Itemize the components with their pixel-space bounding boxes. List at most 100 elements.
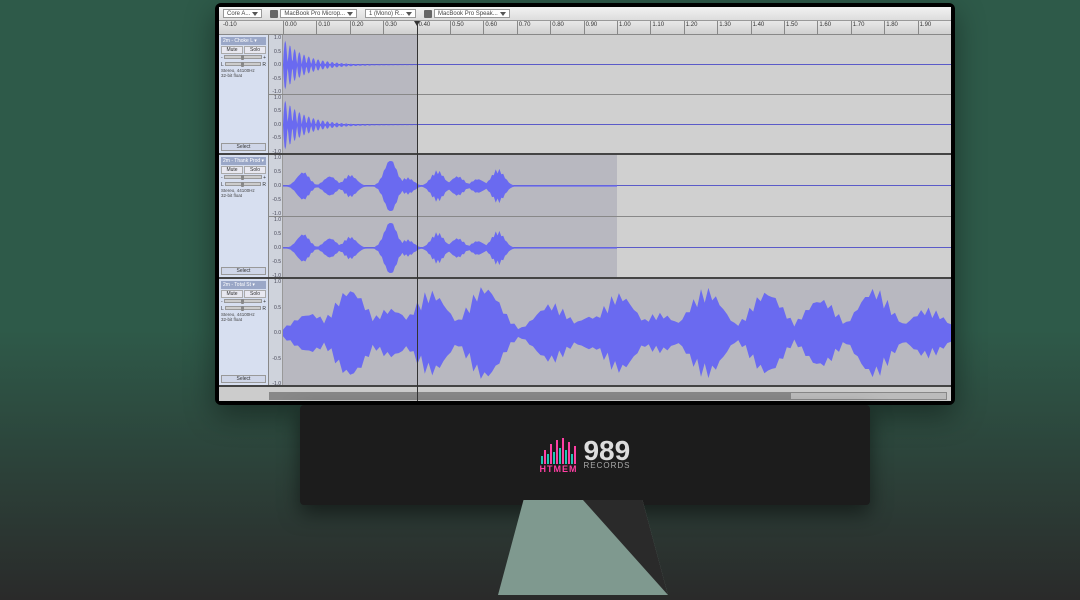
ruler-tick: 0.70 [517,21,531,34]
amplitude-tick: 1.0 [274,35,281,41]
ruler-tick: 1.50 [784,21,798,34]
brand-989: 989 [583,440,630,462]
input-device-selector[interactable]: MacBook Pro Microp... [270,9,357,18]
track-select-button[interactable]: Select [221,267,266,275]
channel-selector[interactable]: 1 (Mono) R... [365,9,416,18]
mute-button[interactable]: Mute [221,166,243,174]
amplitude-tick: 0.0 [274,183,281,189]
brand-htmem: HTMEM [539,464,577,474]
amplitude-tick: -1.0 [272,149,281,154]
playhead[interactable] [417,21,418,401]
ruler-tick: 1.70 [851,21,865,34]
amplitude-tick: 0.5 [274,169,281,175]
track-title[interactable]: 2m - Total St ▾ [221,281,266,289]
track-control-panel: 2m - Choke L ▾MuteSolo-+LRStereo, 44100H… [219,35,269,153]
mute-button[interactable]: Mute [221,46,243,54]
waveform-lane[interactable]: 1.00.50.0-0.5-1.0 [269,155,951,217]
timeline-ruler[interactable]: -0.100.000.100.200.300.400.500.600.700.8… [219,21,951,35]
track: 2m - Thank Prod ▾MuteSolo-+LRStereo, 441… [219,155,951,279]
amplitude-axis: 1.0 0.5 0.0 -0.5 -1.0 [269,95,283,154]
pan-slider[interactable] [225,306,262,310]
gain-slider[interactable] [224,55,262,59]
audio-host-selector[interactable]: Core A... [223,9,262,18]
track: 2m - Choke L ▾MuteSolo-+LRStereo, 44100H… [219,35,951,155]
waveform-lane[interactable]: 1.00.50.0-0.5-1.0 [269,279,951,385]
ruler-tick: 1.20 [684,21,698,34]
pan-slider[interactable] [225,62,262,66]
ruler-tick: 1.90 [918,21,932,34]
track-title[interactable]: 2m - Thank Prod ▾ [221,157,266,165]
ruler-tick: 0.90 [584,21,598,34]
amplitude-tick: 0.5 [274,108,281,114]
track-title[interactable]: 2m - Choke L ▾ [221,37,266,45]
waveform [283,217,617,278]
track-format-info: Stereo, 44100Hz32-bit float [221,69,266,79]
amplitude-tick: 0.0 [274,62,281,68]
amplitude-axis: 1.00.50.0-0.5-1.0 [269,155,283,216]
track-control-panel: 2m - Total St ▾MuteSolo-+LRStereo, 44100… [219,279,269,385]
solo-button[interactable]: Solo [244,166,266,174]
monitor-stand [498,500,668,595]
waveform-lane[interactable]: 1.0 0.5 0.0 -0.5 -1.0 [269,95,951,154]
track-lanes: 1.00.50.0-0.5-1.01.00.50.0-0.5-1.0 [269,155,951,277]
ruler-tick: 1.40 [751,21,765,34]
amplitude-tick: 1.0 [274,279,281,285]
chevron-down-icon [500,12,506,16]
audio-host-label: Core A... [227,11,250,17]
mute-button[interactable]: Mute [221,290,243,298]
amplitude-tick: 1.0 [274,155,281,161]
ruler-tick: 0.10 [316,21,330,34]
ruler-tick: 1.80 [884,21,898,34]
solo-button[interactable]: Solo [244,46,266,54]
amplitude-axis: 1.00.50.0-0.5-1.0 [269,35,283,94]
amplitude-tick: -0.5 [272,259,281,265]
ruler-tick: 0.50 [450,21,464,34]
track-format-info: Stereo, 44100Hz32-bit float [221,189,266,199]
horizontal-scrollbar[interactable] [269,392,947,400]
gain-slider[interactable] [224,175,262,179]
amplitude-tick: -0.5 [272,135,281,141]
track-format-info: Stereo, 44100Hz32-bit float [221,313,266,323]
device-toolbar: Core A... MacBook Pro Microp... 1 (Mono)… [219,7,951,21]
ruler-tick: 1.10 [650,21,664,34]
input-device-label: MacBook Pro Microp... [284,11,345,17]
track-select-button[interactable]: Select [221,375,266,383]
amplitude-tick: 0.0 [274,330,281,336]
amplitude-tick: -1.0 [272,273,281,278]
ruler-tick: 1.60 [817,21,831,34]
output-device-label: MacBook Pro Speak... [438,11,498,17]
amplitude-tick: 1.0 [274,217,281,223]
amplitude-tick: 0.5 [274,231,281,237]
waveform-lane[interactable]: 1.0 0.5 0.0 -0.5 -1.0 [269,217,951,278]
amplitude-tick: -1.0 [272,381,281,385]
solo-button[interactable]: Solo [244,290,266,298]
chevron-down-icon [252,12,258,16]
chevron-down-icon [406,12,412,16]
waveform [283,155,617,217]
waveform-lane[interactable]: 1.00.50.0-0.5-1.0 [269,35,951,95]
amplitude-tick: -0.5 [272,76,281,82]
track-control-panel: 2m - Thank Prod ▾MuteSolo-+LRStereo, 441… [219,155,269,277]
ruler-tick: 0.00 [283,21,297,34]
track-select-button[interactable]: Select [221,143,266,151]
ruler-tick: 1.30 [717,21,731,34]
track-lanes: 1.00.50.0-0.5-1.0 [269,279,951,385]
waveform [283,35,417,95]
brand-records: RECORDS [583,462,630,470]
gain-slider[interactable] [224,299,262,303]
waveform [283,279,951,385]
ruler-tick: 0.20 [350,21,364,34]
scrollbar-thumb[interactable] [270,393,791,399]
monitor-base: HTMEM 989 RECORDS [300,405,870,505]
ruler-start-marker: -0.10 [223,22,237,28]
ruler-tick: 0.60 [483,21,497,34]
amplitude-tick: 0.0 [274,122,281,128]
amplitude-axis: 1.0 0.5 0.0 -0.5 -1.0 [269,217,283,278]
amplitude-tick: 0.5 [274,49,281,55]
pan-slider[interactable] [225,182,262,186]
amplitude-tick: 0.0 [274,245,281,251]
amplitude-tick: 1.0 [274,95,281,101]
waveform [283,95,417,154]
output-device-selector[interactable]: MacBook Pro Speak... [424,9,510,18]
ruler-tick: 1.00 [617,21,631,34]
